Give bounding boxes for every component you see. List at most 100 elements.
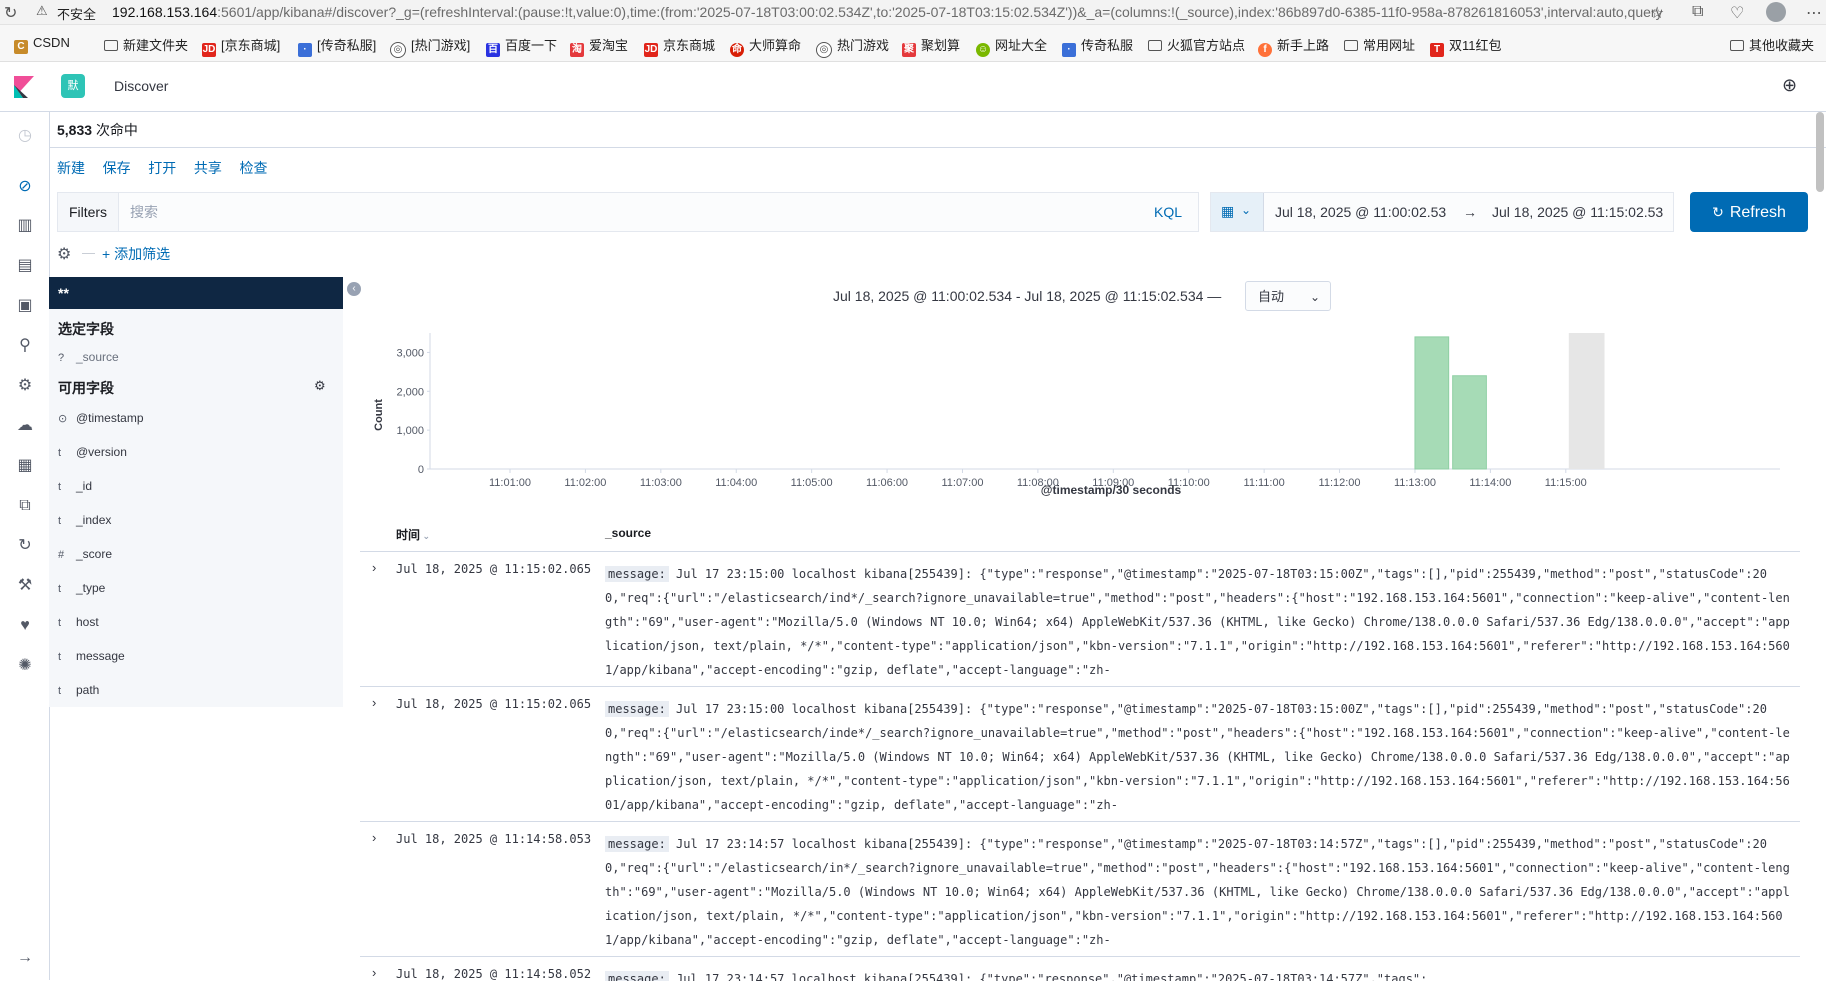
bookmark-item[interactable]: 火狐官方站点	[1148, 35, 1245, 54]
selected-fields-title: 选定字段	[58, 321, 114, 337]
bookmark-item[interactable]: T 双11红包	[1430, 35, 1502, 57]
end-date[interactable]: Jul 18, 2025 @ 11:15:02.53	[1492, 204, 1663, 220]
bookmark-item[interactable]: 常用网址	[1344, 35, 1415, 54]
field-type-icon: t	[58, 515, 62, 527]
table-row[interactable]: › Jul 18, 2025 @ 11:15:02.065 message: J…	[360, 551, 1800, 686]
expand-row-icon[interactable]: ›	[372, 560, 376, 575]
maps-icon[interactable]: ⚲	[15, 336, 35, 356]
menu-new[interactable]: 新建	[57, 158, 85, 178]
col-time-header[interactable]: 时间 ⌄	[396, 526, 430, 543]
reload-icon[interactable]: ↻	[4, 3, 17, 23]
x-tick-label: 11:13:00	[1394, 477, 1436, 489]
histogram-bar[interactable]	[1452, 375, 1487, 470]
bookmark-item[interactable]: JD 京东商城	[644, 35, 715, 57]
more-icon[interactable]: ⋯	[1806, 3, 1822, 23]
expand-row-icon[interactable]: ›	[372, 965, 376, 980]
interval-select[interactable]: 自动 ⌄	[1245, 281, 1331, 311]
recent-icon[interactable]: ◷	[15, 126, 35, 146]
monitoring-icon[interactable]: ♥	[15, 616, 35, 636]
kibana-logo-icon[interactable]	[14, 76, 34, 98]
collapse-sidebar-icon[interactable]: ‹	[347, 282, 361, 296]
page-scrollbar[interactable]	[1816, 112, 1824, 192]
infrastructure-icon[interactable]: ☁	[15, 416, 35, 436]
menu-save[interactable]: 保存	[103, 158, 131, 178]
apm-icon[interactable]: ⧉	[15, 496, 35, 516]
quick-menu-button[interactable]: ▦ ⌄	[1211, 193, 1264, 231]
visualize-icon[interactable]: ▥	[15, 216, 35, 236]
x-tick-label: 11:12:00	[1319, 477, 1361, 489]
source-text: Jul 17 23:15:00 localhost kibana[255439]…	[605, 702, 1790, 812]
url-path: :5601/app/kibana#/discover?_g=(refreshIn…	[217, 4, 1662, 20]
bookmark-item[interactable]: C CSDN	[14, 35, 70, 54]
bookmark-item[interactable]: · 传奇私服	[1062, 35, 1133, 57]
start-date[interactable]: Jul 18, 2025 @ 11:00:02.53	[1275, 204, 1446, 220]
filters-button[interactable]: Filters	[58, 193, 119, 231]
histogram-bar[interactable]	[1414, 336, 1450, 470]
bookmark-item[interactable]: ☺ 网址大全	[976, 35, 1047, 57]
bookmark-item[interactable]: · [传奇私服]	[298, 35, 376, 57]
collections-icon[interactable]: ⧉	[1692, 3, 1703, 21]
chevron-down-icon: ⌄	[1241, 203, 1252, 217]
histogram-bars	[1414, 333, 1605, 470]
field-item[interactable]: # _score	[58, 547, 112, 561]
bookmark-item[interactable]: 聚聚划算	[902, 35, 960, 57]
partial-bucket-bar[interactable]	[1568, 333, 1605, 469]
bookmark-item[interactable]: ◎ 热门游戏	[816, 35, 889, 58]
bookmark-item[interactable]: JD [京东商城]	[202, 35, 280, 57]
hit-count-number: 5,833	[57, 122, 93, 138]
field-item[interactable]: t path	[58, 683, 99, 697]
search-input[interactable]: 搜索	[130, 193, 1090, 231]
expand-row-icon[interactable]: ›	[372, 830, 376, 845]
menu-inspect[interactable]: 检查	[240, 158, 268, 178]
security-label[interactable]: 不安全	[57, 4, 96, 23]
menu-open[interactable]: 打开	[148, 158, 176, 178]
field-item[interactable]: ⊙ @timestamp	[58, 411, 144, 425]
add-filter-button[interactable]: + 添加筛选	[102, 244, 170, 264]
expand-row-icon[interactable]: ›	[372, 695, 376, 710]
sort-icon[interactable]: ⌄	[420, 531, 431, 541]
canvas-icon[interactable]: ▣	[15, 296, 35, 316]
star-icon[interactable]: ☆	[1650, 3, 1664, 23]
bookmark-item[interactable]: 新建文件夹	[104, 35, 188, 54]
discover-icon[interactable]: ⊘	[15, 177, 35, 197]
space-avatar[interactable]: 默	[61, 74, 85, 98]
field-item[interactable]: t message	[58, 649, 125, 663]
extensions-icon[interactable]: ♡	[1730, 3, 1744, 23]
bookmark-item[interactable]: ◎ [热门游戏]	[390, 35, 470, 58]
row-source: message: Jul 17 23:15:00 localhost kiban…	[605, 697, 1790, 817]
url-field[interactable]: 192.168.153.164:5601/app/kibana#/discove…	[112, 4, 1662, 20]
expand-nav-icon[interactable]: →	[15, 948, 35, 968]
field-item[interactable]: t host	[58, 615, 99, 629]
histogram-chart[interactable]: 0 1,000 2,000 3,000 11:01:00 11:02:00 11:03:0…	[360, 325, 1800, 505]
help-icon[interactable]: ⊕	[1782, 75, 1797, 96]
ml-icon[interactable]: ⚙	[15, 376, 35, 396]
management-icon[interactable]: ✺	[15, 656, 35, 676]
bookmark-item[interactable]: 其他收藏夹	[1730, 35, 1814, 54]
table-row[interactable]: › Jul 18, 2025 @ 11:14:58.053 message: J…	[360, 821, 1800, 956]
table-row[interactable]: › Jul 18, 2025 @ 11:14:58.052 message: J…	[360, 956, 1800, 981]
field-item[interactable]: ? _source	[58, 350, 119, 364]
bookmark-item[interactable]: 百百度一下	[486, 35, 557, 57]
bookmark-item[interactable]: f 新手上路	[1258, 35, 1329, 57]
bookmark-label: 百度一下	[505, 38, 558, 53]
bookmark-item[interactable]: 淘爱淘宝	[570, 35, 628, 57]
field-name: _type	[76, 581, 106, 595]
field-item[interactable]: t _index	[58, 513, 111, 527]
dashboard-icon[interactable]: ▤	[15, 256, 35, 276]
refresh-button[interactable]: ↻ Refresh	[1690, 192, 1808, 232]
field-item[interactable]: t _id	[58, 479, 92, 493]
table-row[interactable]: › Jul 18, 2025 @ 11:15:02.065 message: J…	[360, 686, 1800, 821]
devtools-icon[interactable]: ⚒	[15, 576, 35, 596]
kql-toggle[interactable]: KQL	[1154, 204, 1182, 220]
profile-avatar[interactable]	[1766, 2, 1786, 22]
settings-gear-icon[interactable]: ⚙	[57, 244, 71, 264]
menu-share[interactable]: 共享	[194, 158, 222, 178]
uptime-icon[interactable]: ↻	[15, 536, 35, 556]
field-item[interactable]: t _type	[58, 581, 105, 595]
field-settings-gear-icon[interactable]: ⚙	[314, 378, 326, 394]
bookmark-item[interactable]: 命大师算命	[730, 35, 801, 57]
index-pattern-selector[interactable]: **	[49, 277, 343, 309]
field-item[interactable]: t @version	[58, 445, 127, 459]
logs-icon[interactable]: ▦	[15, 456, 35, 476]
site-nav-icon: ☺	[976, 43, 990, 57]
